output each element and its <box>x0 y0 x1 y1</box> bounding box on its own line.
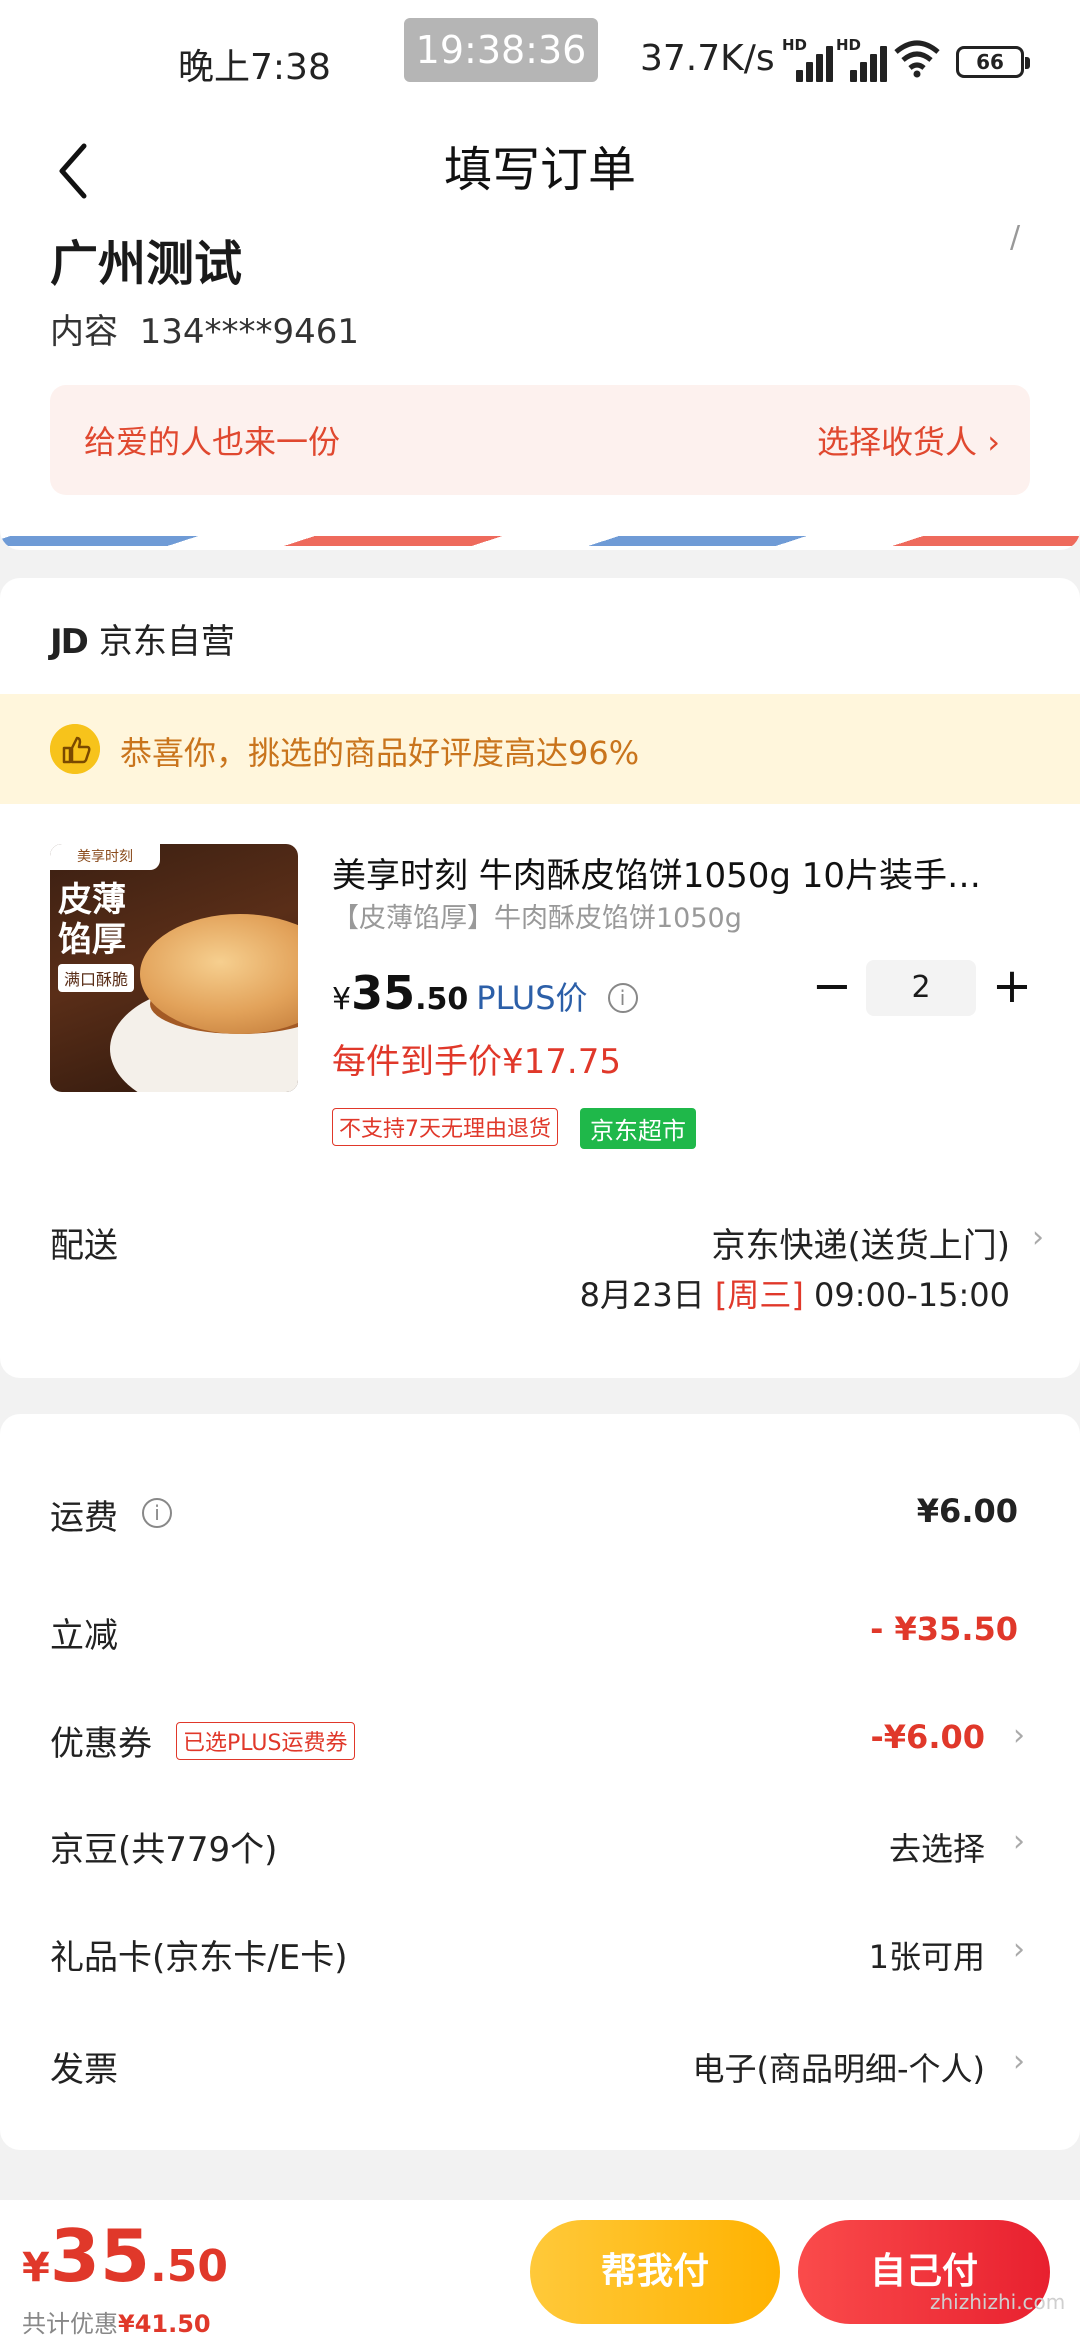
gift-text: 给爱的人也来一份 <box>84 423 341 461</box>
no-return-tag: 不支持7天无理由退货 <box>332 1108 558 1146</box>
product-title[interactable]: 美享时刻 牛肉酥皮馅饼1050g 10片装手… <box>332 848 1012 897</box>
image-sub: 满口酥脆 <box>58 964 135 992</box>
page-title: 填写订单 <box>443 142 636 198</box>
info-icon[interactable]: i <box>607 983 638 1013</box>
chevron-right-icon[interactable]: › <box>1013 1932 1025 1967</box>
freight-row: 运费 i ¥6.00 <box>0 1470 1080 1550</box>
discount-value: - ¥35.50 <box>870 1610 1018 1648</box>
beans-row[interactable]: 京豆(共779个) 去选择 › <box>0 1802 1080 1882</box>
coupon-row[interactable]: 优惠券 已选PLUS运费券 -¥6.00 › <box>0 1696 1080 1776</box>
edit-icon[interactable]: / <box>1010 220 1020 255</box>
giftcard-value: 1张可用 <box>868 1938 985 1976</box>
discount-label: 立减 <box>50 1616 118 1656</box>
chevron-right-icon[interactable]: › <box>1013 2044 1025 2079</box>
delivery-method[interactable]: 京东快递(送货上门) <box>711 1218 1010 1267</box>
total-saved: 共计优惠¥41.50 <box>22 2310 211 2338</box>
shop-card: JD 京东自营 恭喜你，挑选的商品好评度高达96% 美享时刻 皮薄馅厚 满口酥脆 … <box>0 578 1080 1378</box>
address-card[interactable]: 广州测试 / 内容 134****9461 给爱的人也来一份 选择收货人 › <box>0 220 1080 550</box>
signal-icon-2: HD <box>836 36 887 82</box>
plus-price-label: PLUS价 <box>476 979 588 1017</box>
beans-label: 京豆(共779个) <box>50 1830 278 1870</box>
delivery-label: 配送 <box>50 1226 118 1266</box>
coupon-value: -¥6.00 <box>870 1718 986 1756</box>
help-pay-button[interactable]: 帮我付 <box>530 2220 780 2324</box>
discount-row: 立减 - ¥35.50 <box>0 1588 1080 1668</box>
back-arrow-icon[interactable] <box>48 136 108 206</box>
recipient-phone: 内容 134****9461 <box>50 312 360 352</box>
signal-icon: HD <box>782 36 833 82</box>
wifi-icon <box>894 40 940 78</box>
watermark: zhizhizhi.com <box>930 2290 1066 2314</box>
select-recipient-link[interactable]: 选择收货人 › <box>817 417 1000 463</box>
quantity-stepper: − 2 + <box>804 960 1044 1016</box>
praise-bar: 恭喜你，挑选的商品好评度高达96% <box>0 694 1080 804</box>
decrease-button[interactable]: − <box>804 960 860 1016</box>
freight-label: 运费 <box>50 1498 118 1538</box>
invoice-row[interactable]: 发票 电子(商品明细-个人) › <box>0 2022 1080 2102</box>
clock-overlay: 19:38:36 <box>404 18 598 82</box>
praise-text: 恭喜你，挑选的商品好评度高达96% <box>120 734 640 772</box>
status-time: 晚上7:38 <box>178 47 331 88</box>
product-spec: 【皮薄馅厚】牛肉酥皮馅饼1050g <box>332 903 742 934</box>
coupon-tag: 已选PLUS运费券 <box>176 1722 355 1760</box>
shop-name: 京东自营 <box>98 622 235 662</box>
increase-button[interactable]: + <box>984 960 1040 1016</box>
beans-value: 去选择 <box>888 1830 985 1868</box>
product-price: ¥35.50 PLUS价 i <box>332 966 638 1020</box>
giftcard-label: 礼品卡(京东卡/E卡) <box>50 1938 348 1978</box>
airmail-stripe <box>0 536 1080 546</box>
supermarket-tag: 京东超市 <box>580 1108 696 1149</box>
freight-value: ¥6.00 <box>916 1492 1018 1530</box>
quantity-input[interactable]: 2 <box>866 960 976 1016</box>
delivery-time[interactable]: 8月23日 [周三] 09:00-15:00 <box>580 1270 1010 1316</box>
unit-price: 每件到手价¥17.75 <box>332 1042 621 1082</box>
giftcard-row[interactable]: 礼品卡(京东卡/E卡) 1张可用 › <box>0 1910 1080 1990</box>
product-image[interactable]: 美享时刻 皮薄馅厚 满口酥脆 <box>50 844 298 1092</box>
shop-header: JD 京东自营 <box>50 614 235 663</box>
recipient-name: 广州测试 <box>50 236 243 292</box>
info-icon[interactable]: i <box>142 1498 172 1528</box>
bottom-bar: ¥35.50 共计优惠¥41.50 帮我付 自己付 <box>0 2200 1080 2340</box>
gift-banner[interactable]: 给爱的人也来一份 选择收货人 › <box>50 385 1030 495</box>
invoice-value: 电子(商品明细-个人) <box>692 2050 985 2088</box>
net-speed: 37.7K/s <box>640 38 775 79</box>
header: 填写订单 <box>0 120 1080 220</box>
jd-logo-icon: JD <box>50 622 89 662</box>
thumbs-up-icon <box>50 724 100 774</box>
battery-icon: 66 <box>956 46 1030 78</box>
coupon-label: 优惠券 <box>50 1724 152 1764</box>
total-price: ¥35.50 <box>22 2214 228 2298</box>
invoice-label: 发票 <box>50 2050 118 2090</box>
chevron-right-icon[interactable]: › <box>1013 1824 1025 1859</box>
image-title: 皮薄馅厚 <box>58 880 126 960</box>
image-brand: 美享时刻 <box>50 844 160 870</box>
status-bar: 晚上7:38 19:38:36 37.7K/s HD HD 66 <box>0 0 1080 120</box>
chevron-right-icon[interactable]: › <box>1013 1718 1025 1753</box>
chevron-right-icon[interactable]: › <box>1032 1220 1044 1255</box>
fee-card: 运费 i ¥6.00 立减 - ¥35.50 优惠券 已选PLUS运费券 -¥6… <box>0 1414 1080 2150</box>
